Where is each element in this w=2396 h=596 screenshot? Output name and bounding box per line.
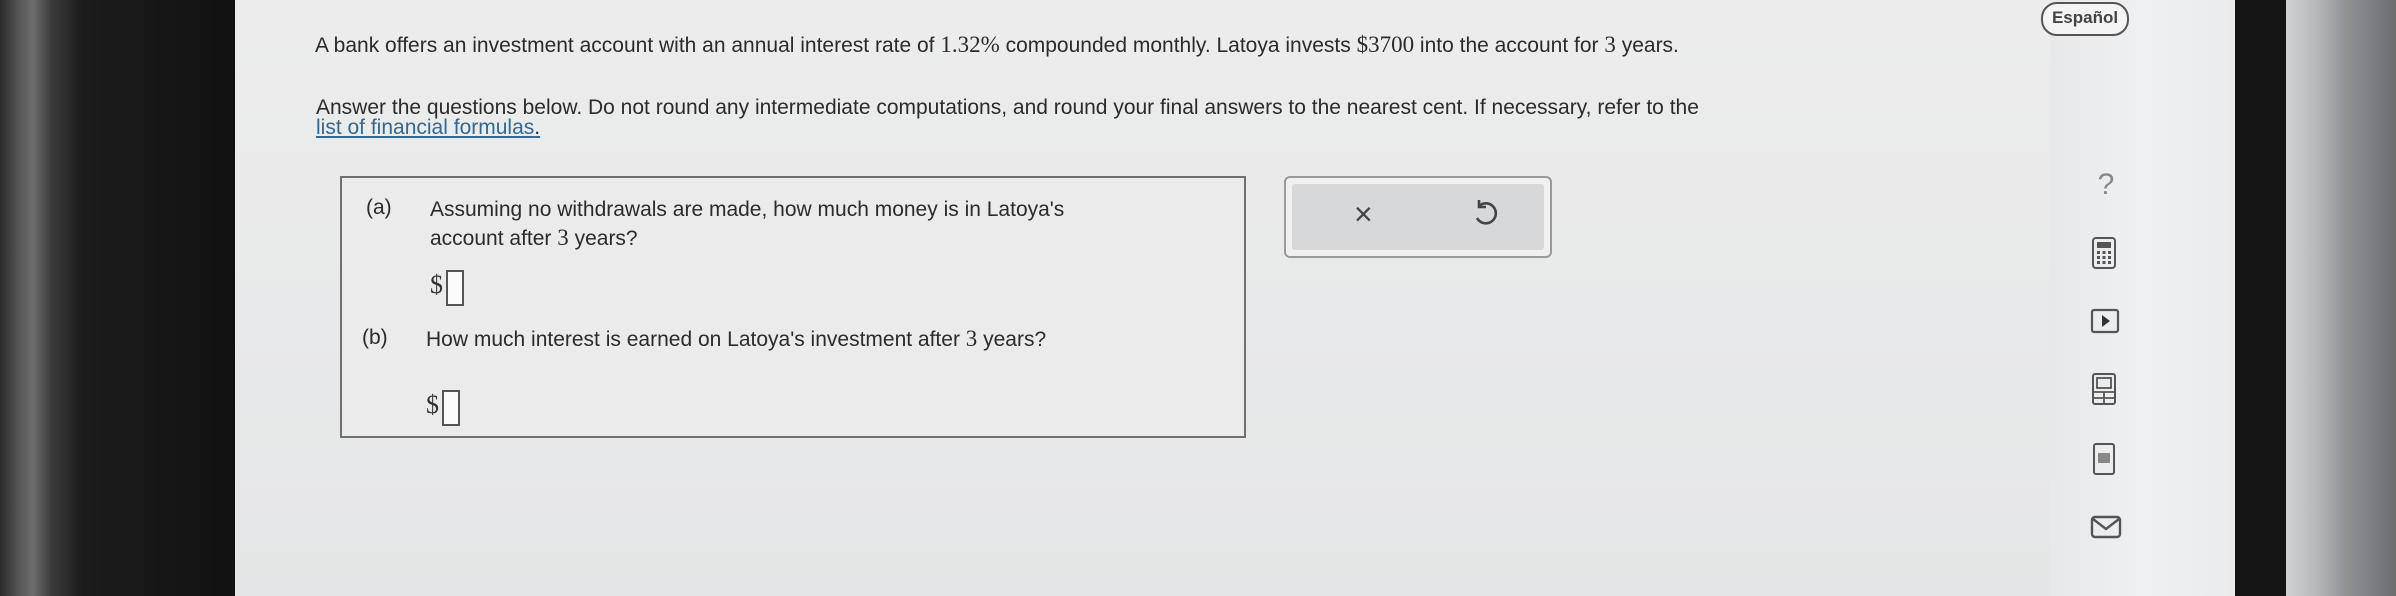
financial-formulas-link[interactable]: list of financial formulas xyxy=(316,116,534,139)
tools-sidebar xyxy=(2050,0,2235,596)
part-b-label: (b) xyxy=(362,326,388,349)
part-a-label: (a) xyxy=(366,196,392,219)
investment-amount: $3700 xyxy=(1356,32,1415,57)
right-bezel xyxy=(2286,0,2396,596)
action-panel: × xyxy=(1284,176,1552,258)
periodic-table-icon[interactable] xyxy=(2090,372,2118,406)
instructions-link-line: list of financial formulas. xyxy=(316,116,540,140)
espanol-button[interactable]: Español xyxy=(2041,2,2129,36)
part-b-question: How much interest is earned on Latoya's … xyxy=(426,326,1046,352)
part-a-question-end: years? xyxy=(568,227,638,250)
part-b-currency: $ xyxy=(426,390,439,419)
part-a-question: Assuming no withdrawals are made, how mu… xyxy=(430,196,1190,253)
clear-button[interactable]: × xyxy=(1354,198,1373,230)
part-b-question-text: How much interest is earned on Latoya's … xyxy=(426,328,966,351)
part-a-question-line2: account after xyxy=(430,227,558,250)
mail-icon[interactable] xyxy=(2090,514,2122,540)
calculator-icon[interactable] xyxy=(2090,236,2118,270)
part-a-answer-input[interactable] xyxy=(446,270,464,306)
glossary-icon[interactable] xyxy=(2090,442,2118,476)
statement-text: compounded monthly. Latoya invests xyxy=(999,34,1357,57)
question-box: (a) Assuming no withdrawals are made, ho… xyxy=(340,176,1246,438)
help-icon[interactable]: ? xyxy=(2092,170,2120,200)
years-value: 3 xyxy=(1604,32,1616,57)
part-b-question-end: years? xyxy=(977,328,1047,351)
interest-rate: 1.32% xyxy=(940,32,1000,57)
undo-icon[interactable] xyxy=(1470,198,1500,228)
problem-statement: A bank offers an investment account with… xyxy=(315,32,1679,58)
part-b-answer-input[interactable] xyxy=(442,390,460,426)
part-b-years: 3 xyxy=(965,326,978,351)
action-panel-inner: × xyxy=(1292,184,1544,250)
part-a-question-line1: Assuming no withdrawals are made, how mu… xyxy=(430,198,1065,221)
link-period: . xyxy=(534,116,541,139)
statement-text: A bank offers an investment account with… xyxy=(315,34,941,57)
part-a-currency: $ xyxy=(430,270,443,299)
statement-text: years. xyxy=(1615,34,1679,57)
left-bezel xyxy=(0,0,235,596)
part-a-years: 3 xyxy=(557,225,569,250)
statement-text: into the account for xyxy=(1414,34,1605,57)
video-icon[interactable] xyxy=(2090,308,2120,334)
